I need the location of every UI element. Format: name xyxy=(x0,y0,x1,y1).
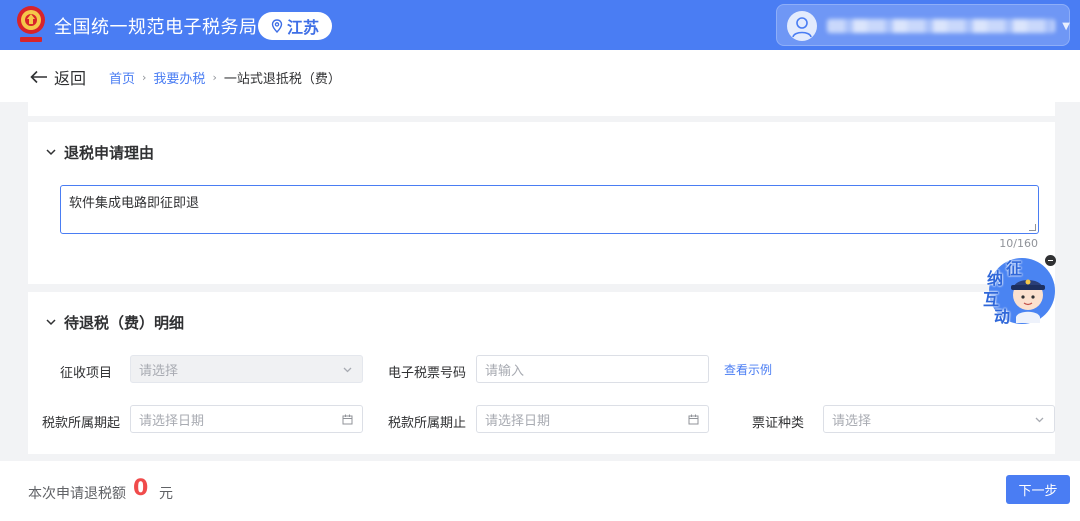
close-icon[interactable] xyxy=(1045,255,1056,266)
refund-detail-section: 待退税（费）明细 征收项目 请选择 电子税票号码 请输入 查看示例 税款所属期起… xyxy=(28,292,1055,454)
period-start-label: 税款所属期起 xyxy=(42,416,121,431)
site-title: 全国统一规范电子税务局 xyxy=(54,17,258,38)
tax-emblem-icon xyxy=(17,6,45,42)
section-title: 待退税（费）明细 xyxy=(64,314,185,332)
period-end-datepicker[interactable]: 请选择日期 xyxy=(476,405,709,433)
period-start-datepicker[interactable]: 请选择日期 xyxy=(130,405,363,433)
period-end-placeholder: 请选择日期 xyxy=(485,413,551,429)
top-header: 全国统一规范电子税务局 江苏 ▼ xyxy=(0,0,1080,50)
period-end-label: 税款所属期止 xyxy=(388,416,467,431)
interaction-assistant-widget[interactable]: 征 纳 互 动 xyxy=(978,255,1062,327)
voucher-type-select[interactable]: 请选择 xyxy=(823,405,1055,433)
chevron-down-icon xyxy=(1035,417,1044,423)
user-name-redacted xyxy=(827,19,1055,33)
refund-amount-label: 本次申请退税额 xyxy=(28,486,126,502)
refund-reason-textarea[interactable]: 软件集成电路即征即退 xyxy=(60,185,1039,234)
chevron-right-icon: › xyxy=(212,71,217,84)
calendar-icon xyxy=(342,414,353,425)
region-selector[interactable]: 江苏 xyxy=(258,12,332,40)
section-title: 退税申请理由 xyxy=(64,144,155,162)
calendar-icon xyxy=(688,414,699,425)
section-header[interactable]: 退税申请理由 xyxy=(46,142,154,163)
breadcrumb-bar: 返回 首页 › 我要办税 › 一站式退抵税（费） xyxy=(0,50,1080,102)
chevron-down-icon xyxy=(46,149,56,156)
breadcrumb-current: 一站式退抵税（费） xyxy=(223,72,341,87)
chevron-down-icon: ▼ xyxy=(1062,21,1070,32)
refund-reason-value: 软件集成电路即征即退 xyxy=(69,196,200,211)
region-label: 江苏 xyxy=(286,18,319,37)
chevron-down-icon xyxy=(343,367,352,373)
user-avatar-icon xyxy=(792,17,812,38)
voucher-type-label: 票证种类 xyxy=(752,416,805,431)
arrow-left-icon xyxy=(30,70,47,84)
refund-amount-value: 0 xyxy=(133,476,149,501)
user-menu[interactable]: ▼ xyxy=(776,4,1070,46)
breadcrumb-tax-services[interactable]: 我要办税 xyxy=(153,68,205,87)
back-button[interactable]: 返回 xyxy=(30,65,86,89)
ticket-number-input[interactable]: 请输入 xyxy=(476,355,709,383)
voucher-type-placeholder: 请选择 xyxy=(832,413,872,429)
breadcrumb-home[interactable]: 首页 xyxy=(109,68,135,87)
previous-section-edge xyxy=(28,102,1055,116)
ticket-number-placeholder: 请输入 xyxy=(485,363,525,379)
section-header[interactable]: 待退税（费）明细 xyxy=(46,312,184,333)
breadcrumb: 首页 › 我要办税 › 一站式退抵税（费） xyxy=(109,68,341,87)
location-pin-icon xyxy=(271,19,283,33)
refund-amount-unit: 元 xyxy=(159,486,173,502)
collection-item-label: 征收项目 xyxy=(60,366,113,381)
chevron-down-icon xyxy=(46,319,56,326)
period-start-placeholder: 请选择日期 xyxy=(139,413,205,429)
ticket-number-label: 电子税票号码 xyxy=(388,366,467,381)
view-example-link[interactable]: 查看示例 xyxy=(724,361,772,378)
refund-reason-section: 退税申请理由 软件集成电路即征即退 10/160 xyxy=(28,122,1055,284)
avatar xyxy=(787,11,817,41)
back-label: 返回 xyxy=(54,69,87,88)
resize-handle-icon[interactable] xyxy=(1029,224,1036,231)
next-step-button[interactable]: 下一步 xyxy=(1006,475,1070,504)
collection-item-select[interactable]: 请选择 xyxy=(130,355,363,383)
assistant-char-1: 征 xyxy=(1006,259,1023,278)
char-counter: 10/160 xyxy=(999,237,1038,250)
footer-bar: 本次申请退税额 0 元 下一步 xyxy=(0,461,1080,521)
collection-item-placeholder: 请选择 xyxy=(139,363,179,379)
assistant-char-4: 动 xyxy=(994,307,1011,326)
chevron-right-icon: › xyxy=(142,71,147,84)
